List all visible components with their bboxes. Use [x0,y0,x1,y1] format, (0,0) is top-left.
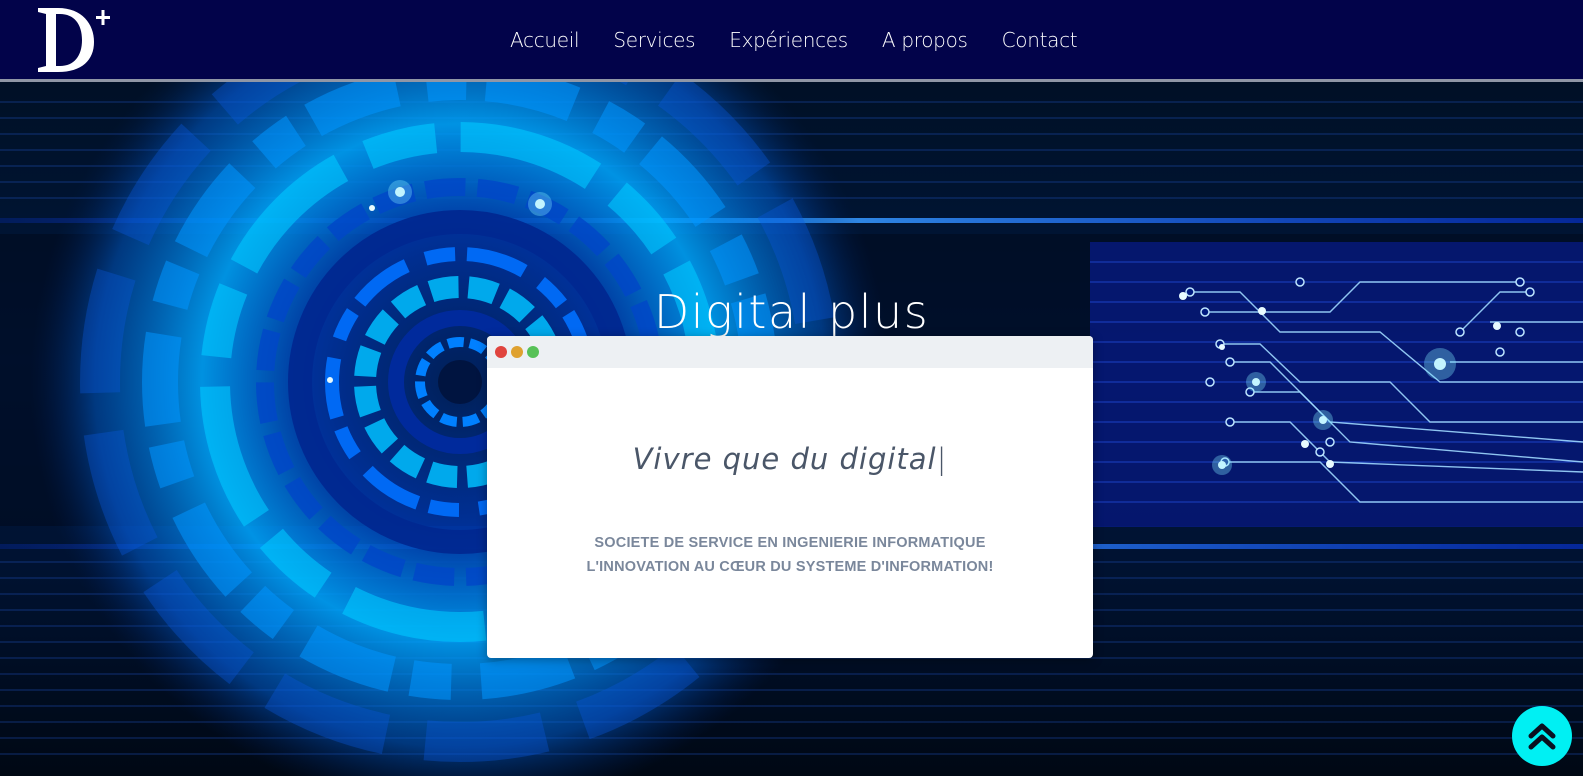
back-to-top-button[interactable] [1512,706,1572,766]
hero-title: Digital plus [653,284,930,339]
typed-headline: Vivre que du digital| [487,442,1093,476]
nav-services[interactable]: Services [613,28,695,52]
typing-window: Vivre que du digital| SOCIETE DE SERVICE… [487,336,1093,658]
logo[interactable] [34,2,114,74]
window-title-bar [487,336,1093,368]
navbar: Accueil Services Expériences A propos Co… [0,0,1583,82]
typed-text: Vivre que du digital [632,442,937,476]
logo-icon [38,8,110,72]
nav-a-propos[interactable]: A propos [882,28,968,52]
tagline-line-2: L'INNOVATION AU CŒUR DU SYSTEME D'INFORM… [586,559,994,575]
nav-experiences[interactable]: Expériences [729,28,848,52]
typing-caret: | [936,442,948,476]
main-nav: Accueil Services Expériences A propos Co… [510,28,1111,52]
tagline-line-1: SOCIETE DE SERVICE EN INGENIERIE INFORMA… [594,535,986,551]
close-dot-icon [495,346,507,358]
maximize-dot-icon [527,346,539,358]
nav-contact[interactable]: Contact [1002,28,1078,52]
hero-section: Digital plus Vivre que du digital| SOCIE… [0,82,1583,776]
nav-accueil[interactable]: Accueil [510,28,580,52]
double-chevron-up-icon [1528,723,1556,750]
minimize-dot-icon [511,346,523,358]
